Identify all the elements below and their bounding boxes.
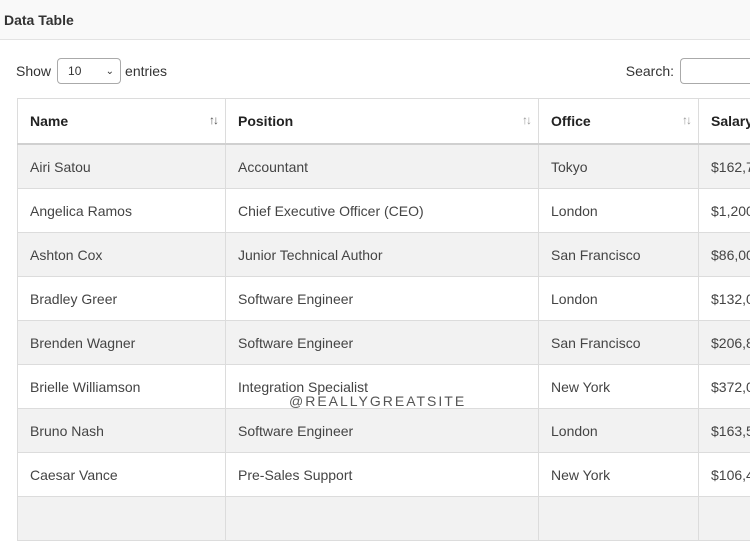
cell-salary: $163,5	[699, 409, 750, 453]
show-label: Show	[16, 63, 51, 79]
cell-empty	[18, 497, 226, 541]
column-header-salary[interactable]: Salary	[699, 99, 750, 145]
cell-salary: $106,4	[699, 453, 750, 497]
entries-select-value: 10	[68, 64, 81, 78]
search-control: Search:	[626, 57, 750, 85]
cell-position: Pre-Sales Support	[226, 453, 539, 497]
cell-office: Tokyo	[539, 144, 699, 189]
cell-position: Software Engineer	[226, 277, 539, 321]
cell-name: Ashton Cox	[18, 233, 226, 277]
page-title: Data Table	[4, 12, 74, 28]
cell-office: New York	[539, 365, 699, 409]
search-input[interactable]	[680, 58, 750, 84]
column-header-name[interactable]: Name ↑↓	[18, 99, 226, 145]
table-row: Caesar Vance Pre-Sales Support New York …	[18, 453, 750, 497]
cell-empty	[226, 497, 539, 541]
table-row: Angelica Ramos Chief Executive Officer (…	[18, 189, 750, 233]
cell-position: Software Engineer	[226, 409, 539, 453]
table-header-row: Name ↑↓ Position ↑↓ Office ↑↓ Salary	[18, 99, 750, 145]
cell-salary: $1,200	[699, 189, 750, 233]
column-header-position[interactable]: Position ↑↓	[226, 99, 539, 145]
cell-name: Airi Satou	[18, 144, 226, 189]
column-header-office[interactable]: Office ↑↓	[539, 99, 699, 145]
table-row-partial	[18, 497, 750, 541]
cell-position: Junior Technical Author	[226, 233, 539, 277]
cell-name: Bruno Nash	[18, 409, 226, 453]
table-row: Bruno Nash Software Engineer London $163…	[18, 409, 750, 453]
column-header-label: Office	[551, 113, 591, 129]
cell-name: Brenden Wagner	[18, 321, 226, 365]
table-controls: Show 10 ⌄ entries Search:	[16, 57, 750, 85]
cell-office: San Francisco	[539, 321, 699, 365]
cell-name: Brielle Williamson	[18, 365, 226, 409]
cell-position: Chief Executive Officer (CEO)	[226, 189, 539, 233]
cell-empty	[539, 497, 699, 541]
cell-office: London	[539, 277, 699, 321]
sort-icon: ↑↓	[209, 113, 217, 127]
table-row: Bradley Greer Software Engineer London $…	[18, 277, 750, 321]
sort-icon: ↑↓	[522, 113, 530, 127]
cell-name: Bradley Greer	[18, 277, 226, 321]
search-label: Search:	[626, 63, 674, 79]
chevron-down-icon: ⌄	[106, 66, 114, 77]
cell-salary: $372,0	[699, 365, 750, 409]
watermark-text: @REALLYGREATSITE	[289, 393, 466, 409]
table-row: Ashton Cox Junior Technical Author San F…	[18, 233, 750, 277]
column-header-label: Salary	[711, 113, 750, 129]
cell-salary: $162,7	[699, 144, 750, 189]
entries-select[interactable]: 10 ⌄	[57, 58, 121, 84]
sort-icon: ↑↓	[682, 113, 690, 127]
entries-label: entries	[125, 63, 167, 79]
cell-empty	[699, 497, 750, 541]
data-table: Name ↑↓ Position ↑↓ Office ↑↓ Salary Airi S…	[17, 98, 750, 541]
column-header-label: Name	[30, 113, 68, 129]
page-header: Data Table	[0, 0, 750, 40]
cell-position: Accountant	[226, 144, 539, 189]
cell-office: San Francisco	[539, 233, 699, 277]
cell-name: Caesar Vance	[18, 453, 226, 497]
cell-name: Angelica Ramos	[18, 189, 226, 233]
cell-salary: $132,0	[699, 277, 750, 321]
column-header-label: Position	[238, 113, 293, 129]
cell-salary: $86,00	[699, 233, 750, 277]
cell-office: London	[539, 409, 699, 453]
cell-office: London	[539, 189, 699, 233]
entries-length-control: Show 10 ⌄ entries	[16, 57, 167, 85]
cell-salary: $206,8	[699, 321, 750, 365]
table-row: Brenden Wagner Software Engineer San Fra…	[18, 321, 750, 365]
table-row: Airi Satou Accountant Tokyo $162,7	[18, 144, 750, 189]
cell-office: New York	[539, 453, 699, 497]
cell-position: Software Engineer	[226, 321, 539, 365]
